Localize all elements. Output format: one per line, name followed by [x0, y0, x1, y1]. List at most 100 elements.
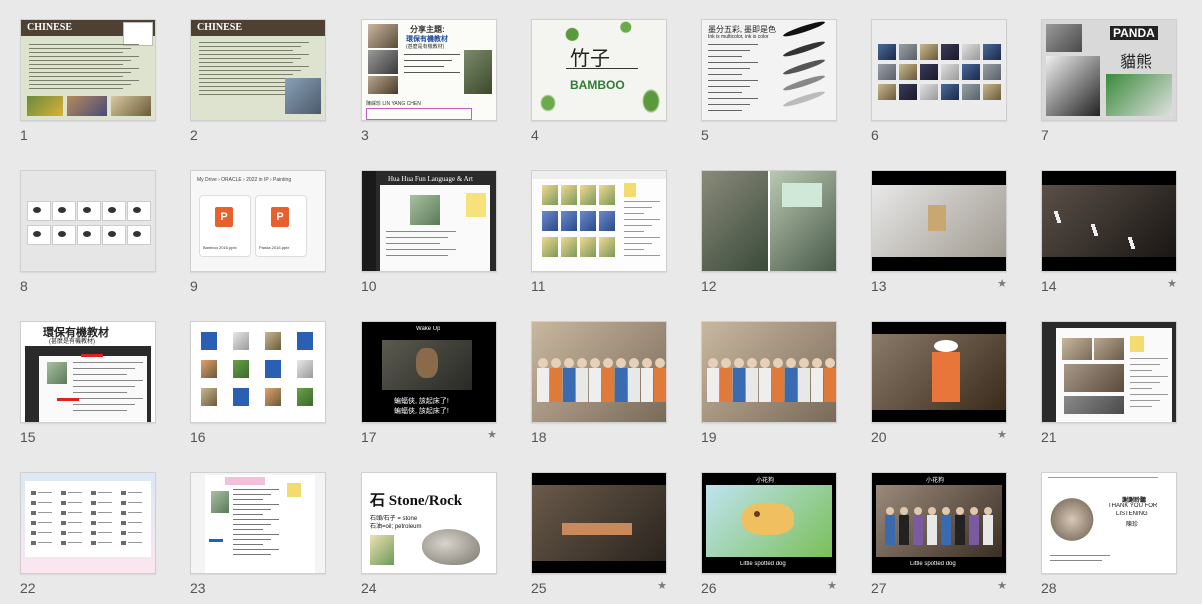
person-body — [615, 368, 627, 402]
slide-thumbnail[interactable]: PANDA 貓熊 7 — [1041, 19, 1177, 143]
text-line — [29, 60, 131, 61]
star-icon[interactable]: ★ — [487, 428, 497, 441]
person-head — [970, 507, 978, 515]
person-head — [564, 358, 574, 368]
sketch-mark — [108, 207, 116, 213]
folder-icon — [31, 501, 36, 505]
slide-title: 石 Stone/Rock — [370, 493, 463, 509]
sketch-mark — [133, 207, 141, 213]
slide-thumbnail[interactable]: 21 — [1041, 321, 1177, 445]
slide-thumbnail[interactable]: My Drive › ORACLE › 2022 in IP › Paintin… — [190, 170, 326, 294]
text-line — [233, 514, 263, 515]
slide-line2: (甚麼是有機教材) — [406, 44, 445, 50]
slide-thumbnail[interactable]: 環保有機教材 (甚麼是有機教材) 15 — [20, 321, 156, 445]
face — [416, 348, 438, 378]
person-head — [886, 507, 894, 515]
folder-label — [38, 532, 52, 533]
text-line — [1130, 400, 1160, 401]
slide-number: 16 — [190, 429, 206, 445]
person-body — [589, 368, 601, 402]
slide-preview: PANDA 貓熊 — [1041, 19, 1177, 121]
slide-thumbnail[interactable]: CHINESE 2 — [190, 19, 326, 143]
text-line — [233, 519, 279, 520]
slide-thumbnail[interactable]: 分享主題: 環保有機教材 (甚麼是有機教材) 陳綵珍 LIN YANG CHEN 3 — [361, 19, 497, 143]
text-line — [624, 207, 652, 208]
slide-number: 22 — [20, 580, 36, 596]
slide-thumbnail[interactable]: 石 Stone/Rock 石頭/石子 = stone 石油=oil; petrole… — [361, 472, 497, 596]
slide-thumbnail[interactable]: 25 ★ — [531, 472, 667, 596]
text-line — [1130, 358, 1168, 359]
folder-icon — [121, 511, 126, 515]
slide-thumbnail[interactable]: Hua Hua Fun Language & Art 10 — [361, 170, 497, 294]
folder-icon — [91, 521, 96, 525]
slide-thumbnail[interactable]: 6 — [871, 19, 1007, 143]
person-head — [577, 358, 587, 368]
slide-thumbnail[interactable]: Wake Up 蝙蝠俠, 該起床了! 蝙蝠俠, 該起床了! 17 ★ — [361, 321, 497, 445]
folder-label — [68, 542, 82, 543]
slide-thumbnail[interactable]: 小花狗 Little spotted dog 26 ★ — [701, 472, 837, 596]
slide-thumbnail[interactable]: 22 — [20, 472, 156, 596]
slide-sorter-grid: CHINESE 1 CHINESE 2 分享主題: 環保有機教材 (甚麼是有機教材) 陳綵珍 … — [0, 0, 1202, 604]
star-icon[interactable]: ★ — [997, 277, 1007, 290]
text-line — [233, 509, 271, 510]
chef-hat — [934, 340, 958, 352]
slide-thumbnail[interactable]: 18 — [531, 321, 667, 445]
slide-thumbnail[interactable]: 竹子 BAMBOO 4 — [531, 19, 667, 143]
star-icon[interactable]: ★ — [827, 579, 837, 592]
folder-icon — [31, 531, 36, 535]
apron — [932, 352, 960, 402]
person-body — [785, 368, 797, 402]
text-line — [708, 62, 758, 63]
star-icon[interactable]: ★ — [997, 579, 1007, 592]
slide-preview — [20, 472, 156, 574]
text-line — [1130, 370, 1152, 371]
text-line — [233, 524, 271, 525]
photo — [368, 24, 398, 48]
slide-preview: Wake Up 蝙蝠俠, 該起床了! 蝙蝠俠, 該起床了! — [361, 321, 497, 423]
slide-preview — [20, 170, 156, 272]
person-head — [914, 507, 922, 515]
slide-thumbnail[interactable]: 12 — [701, 170, 837, 294]
slide-thumbnail[interactable]: 13 ★ — [871, 170, 1007, 294]
photo — [580, 211, 596, 231]
person-body — [641, 368, 653, 402]
slide-thumbnail[interactable]: 19 — [701, 321, 837, 445]
photo — [297, 388, 313, 406]
text-line — [386, 249, 456, 250]
star-icon[interactable]: ★ — [997, 428, 1007, 441]
slide-thumbnail[interactable]: 小花狗 Little spotted dog 27 ★ — [871, 472, 1007, 596]
slide-thumbnail[interactable]: 20 ★ — [871, 321, 1007, 445]
text-line — [708, 104, 750, 105]
photo — [111, 96, 151, 116]
photo — [561, 211, 577, 231]
slide-preview: 石 Stone/Rock 石頭/石子 = stone 石油=oil; petrole… — [361, 472, 497, 574]
slide-thumbnail[interactable]: 14 ★ — [1041, 170, 1177, 294]
slide-thumbnail[interactable]: 11 — [531, 170, 667, 294]
slide-preview — [871, 170, 1007, 272]
folder-icon — [91, 511, 96, 515]
slide-preview: 竹子 BAMBOO — [531, 19, 667, 121]
sketch-mark — [83, 231, 91, 237]
slide-thumbnail[interactable]: 23 — [190, 472, 326, 596]
text-line — [386, 255, 448, 256]
folder-label — [128, 532, 142, 533]
slide-thumbnail[interactable]: 16 — [190, 321, 326, 445]
folder-icon — [91, 541, 96, 545]
folder-icon — [91, 531, 96, 535]
star-icon[interactable]: ★ — [1167, 277, 1177, 290]
ink-stroke — [782, 57, 826, 77]
slide-number: 26 — [701, 580, 717, 596]
slide-thumbnail[interactable]: 謝謝聆聽 THANK YOU FOR LISTENING 陳珍 28 — [1041, 472, 1177, 596]
slide-thumbnail[interactable]: 墨分五彩, 墨即是色 Ink is multicolor, ink is colo… — [701, 19, 837, 143]
person-body — [602, 368, 614, 402]
slide-preview: My Drive › ORACLE › 2022 in IP › Paintin… — [190, 170, 326, 272]
photo — [941, 84, 959, 100]
photo — [233, 360, 249, 378]
slide-thumbnail[interactable]: CHINESE 1 — [20, 19, 156, 143]
text-line — [73, 374, 127, 375]
text-line — [708, 86, 750, 87]
photo — [920, 44, 938, 60]
person-body — [811, 368, 823, 402]
star-icon[interactable]: ★ — [657, 579, 667, 592]
slide-thumbnail[interactable]: 8 — [20, 170, 156, 294]
